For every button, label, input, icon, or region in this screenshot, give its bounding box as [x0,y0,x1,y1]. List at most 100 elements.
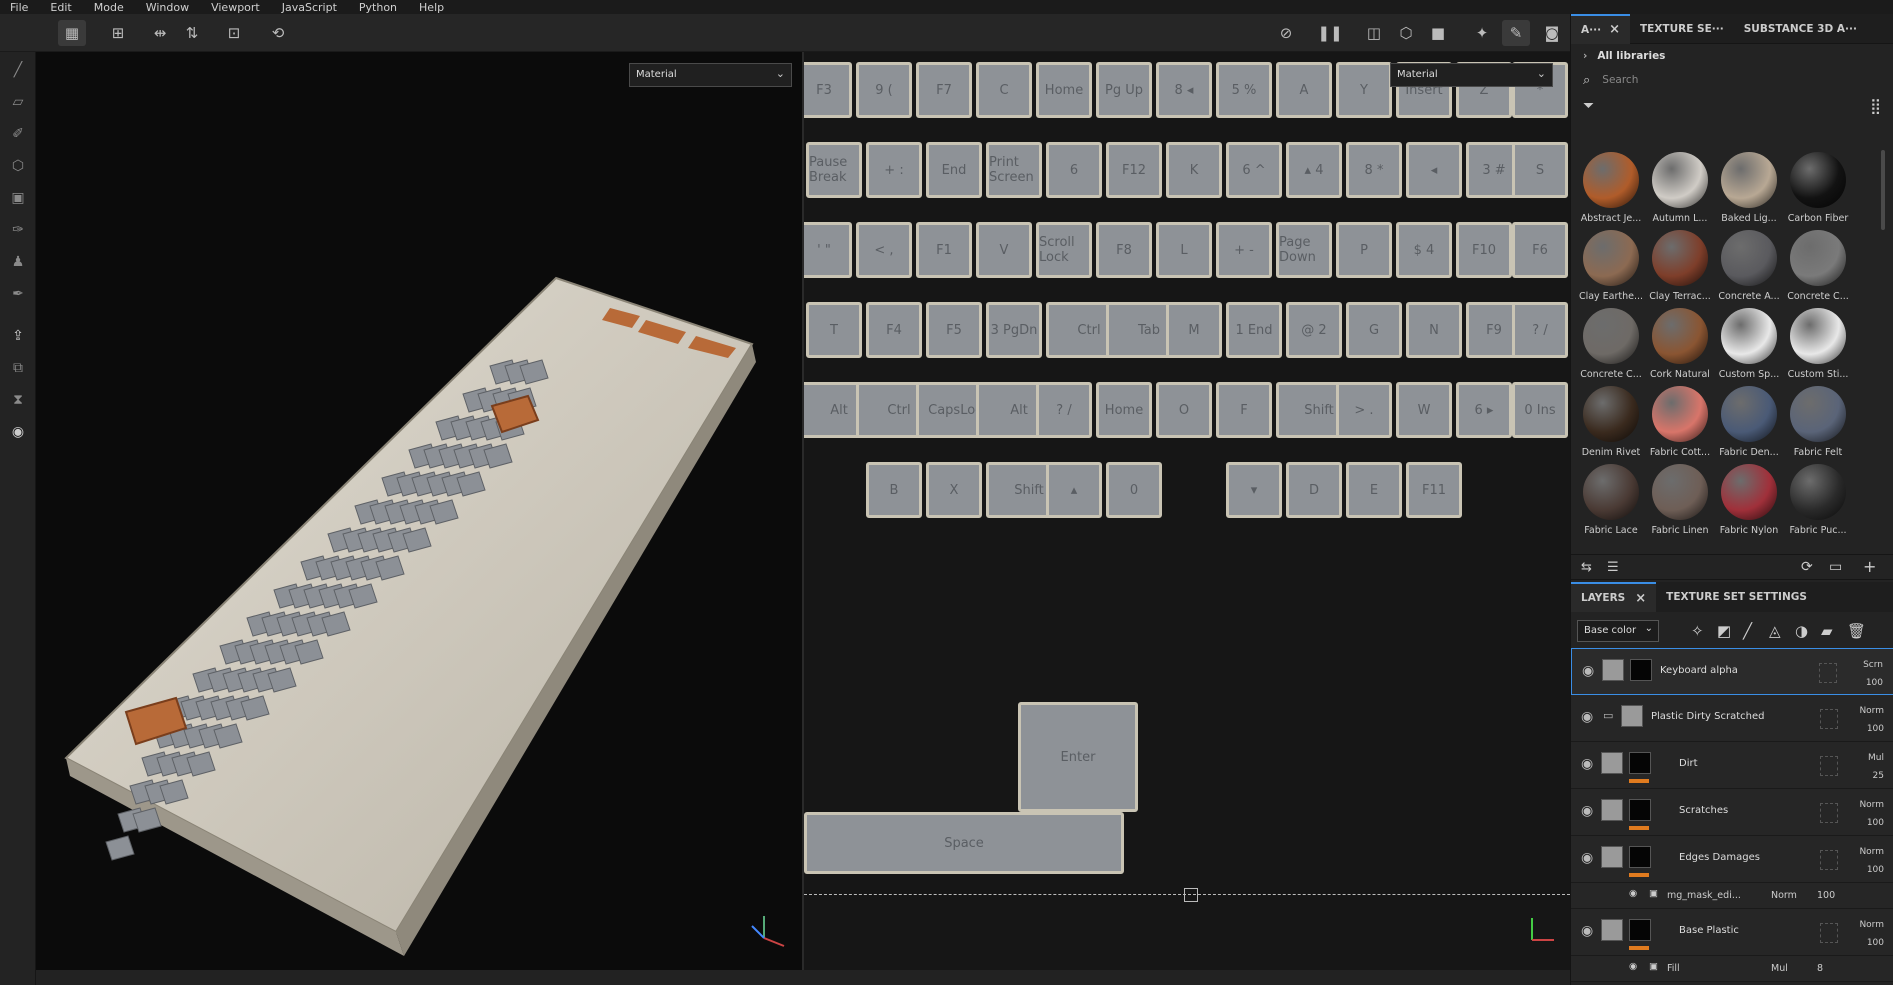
clone-stamp-icon[interactable]: ♟ [8,252,28,272]
color-picker-icon[interactable]: ✒ [8,284,28,304]
material-item[interactable]: Concrete A... [1715,228,1783,306]
geometry-mask-icon[interactable]: ⬡ [8,156,28,176]
add-smart-material-icon[interactable]: ◑ [1795,622,1808,640]
menu-item-file[interactable]: File [10,1,28,14]
opacity-value[interactable]: 100 [1863,674,1883,692]
filter-icon[interactable]: ⏷ [1583,98,1594,114]
sub-layer-opacity[interactable]: 8 [1817,963,1823,974]
viewport-2d-mode-select[interactable]: Material ⌄ [1390,63,1553,87]
sub-layer-opacity[interactable]: 100 [1817,890,1835,901]
add-mask-icon[interactable]: ◩ [1717,622,1731,640]
add-folder-icon[interactable]: ▰ [1821,622,1833,640]
history-icon[interactable]: ⟲ [264,20,292,46]
layer-row[interactable]: ◉ Scratches Norm 100 [1571,789,1893,836]
light-icon[interactable]: ✦ [1468,20,1496,46]
layer-blend[interactable]: Norm 100 [1859,702,1884,738]
layer-blend[interactable]: Scrn 100 [1863,656,1883,692]
eye-icon[interactable]: ◉ [1582,663,1594,679]
material-item[interactable]: Custom Sti... [1784,306,1852,384]
eraser-icon[interactable]: ▱ [8,92,28,112]
material-item[interactable]: Denim Rivet [1577,384,1645,462]
blend-mode[interactable]: Mul [1868,749,1884,767]
tab-texture-set-settings[interactable]: TEXTURE SET SETTINGS [1656,582,1817,612]
delete-icon[interactable]: 🗑 [1847,622,1866,640]
add-paint-layer-icon[interactable]: ╱ [1743,622,1752,640]
menu-item-help[interactable]: Help [419,1,444,14]
eye-icon[interactable]: ◉ [1581,709,1593,725]
projection-icon[interactable]: ✐ [8,124,28,144]
grid-snap-icon[interactable]: ⊞ [104,20,132,46]
layer-row[interactable]: ◉ Base Plastic Norm 100 [1571,909,1893,956]
screenshot-icon[interactable]: ◙ [1538,20,1566,46]
layer-row[interactable]: ◉ Keyboard alpha Scrn 100 [1571,648,1893,695]
polygon-fill-icon[interactable]: ▣ [8,188,28,208]
menu-item-viewport[interactable]: Viewport [211,1,260,14]
material-item[interactable]: Carbon Fiber [1784,150,1852,228]
material-item[interactable]: Fabric Den... [1715,384,1783,462]
material-item[interactable]: Clay Terrac... [1646,228,1714,306]
history-icon[interactable]: ⧗ [8,390,28,410]
sub-layer-row[interactable]: ◉ ▣ mg_mask_edi... Norm 100 [1571,883,1893,909]
menu-item-mode[interactable]: Mode [94,1,124,14]
grid-view-icon[interactable]: ⣿ [1870,97,1881,115]
tab-assets[interactable]: A··· × [1571,13,1630,44]
smudge-icon[interactable]: ✑ [8,220,28,240]
eye-icon[interactable]: ◉ [1629,961,1637,972]
symmetry-x-icon[interactable]: ⇹ [146,20,174,46]
close-icon[interactable]: × [1635,591,1646,606]
sub-layer-row[interactable]: ◉ ▣ Fill Mul 8 [1571,956,1893,982]
paint-brush-icon[interactable]: ✎ [1502,20,1530,46]
viewport-3d[interactable]: Material ⌄ [36,52,802,970]
eye-icon[interactable]: ◉ [1581,923,1593,939]
import-icon[interactable]: ⇆ [1581,560,1592,575]
search-bar[interactable]: ⌕ Search [1571,68,1893,92]
menu-item-window[interactable]: Window [146,1,189,14]
library-breadcrumb[interactable]: › All libraries [1571,44,1893,68]
material-item[interactable]: Fabric Nylon [1715,462,1783,540]
new-folder-icon[interactable]: ▭ [1829,559,1842,575]
menu-item-python[interactable]: Python [359,1,397,14]
add-icon[interactable]: + [1863,557,1876,576]
folder-icon[interactable]: ▭ [1603,709,1613,722]
export-icon[interactable]: ⇪ [8,326,28,346]
material-item[interactable]: Fabric Linen [1646,462,1714,540]
add-effect-icon[interactable]: ✧ [1691,622,1704,640]
camera-icon[interactable]: ■ [1424,20,1452,46]
cube-icon[interactable]: ⬡ [1392,20,1420,46]
layer-blend[interactable]: Norm 100 [1859,796,1884,832]
layer-row[interactable]: ◉ Dirt Mul 25 [1571,742,1893,789]
hide-icon[interactable]: ⊘ [1272,20,1300,46]
tab-substance-assets[interactable]: SUBSTANCE 3D A··· [1734,14,1867,44]
layer-blend[interactable]: Norm 100 [1859,843,1884,879]
blend-mode[interactable]: Norm [1859,916,1884,934]
pause-icon[interactable]: ❚❚ [1316,20,1344,46]
material-item[interactable]: Baked Lig... [1715,150,1783,228]
material-item[interactable]: Cork Natural [1646,306,1714,384]
material-item[interactable]: Autumn L... [1646,150,1714,228]
refresh-icon[interactable]: ⟳ [1801,559,1813,575]
blend-mode[interactable]: Scrn [1863,656,1883,674]
opacity-value[interactable]: 100 [1859,934,1884,952]
viewport-2d[interactable]: F3 9 (F7 C Home Pg Up 8 ◂ 5 % A Y Insert Z * Pause B… [804,52,1570,970]
material-item[interactable]: Abstract Je... [1577,150,1645,228]
menu-item-javascript[interactable]: JavaScript [282,1,337,14]
search-input[interactable]: Search [1602,74,1638,86]
menu-item-edit[interactable]: Edit [50,1,71,14]
material-item[interactable]: Fabric Lace [1577,462,1645,540]
material-item[interactable]: Clay Earthe... [1577,228,1645,306]
tab-layers[interactable]: LAYERS × [1571,582,1657,612]
frame-icon[interactable]: ⊡ [220,20,248,46]
material-item[interactable]: Fabric Felt [1784,384,1852,462]
channel-select[interactable]: Base color ⌄ [1577,620,1659,642]
material-item[interactable]: Custom Sp... [1715,306,1783,384]
blend-mode[interactable]: Norm [1859,843,1884,861]
layer-blend[interactable]: Norm 100 [1859,916,1884,952]
selection-mode-icon[interactable]: ▦ [58,20,86,46]
add-fill-layer-icon[interactable]: ◬ [1769,622,1781,640]
material-item[interactable]: Concrete C... [1784,228,1852,306]
eye-icon[interactable]: ◉ [1581,756,1593,772]
symmetry-y-icon[interactable]: ⇅ [178,20,206,46]
blend-mode[interactable]: Norm [1859,702,1884,720]
sub-layer-blend[interactable]: Mul [1771,963,1788,974]
layer-row[interactable]: ◉ ▭ Plastic Dirty Scratched Norm 100 [1571,695,1893,742]
